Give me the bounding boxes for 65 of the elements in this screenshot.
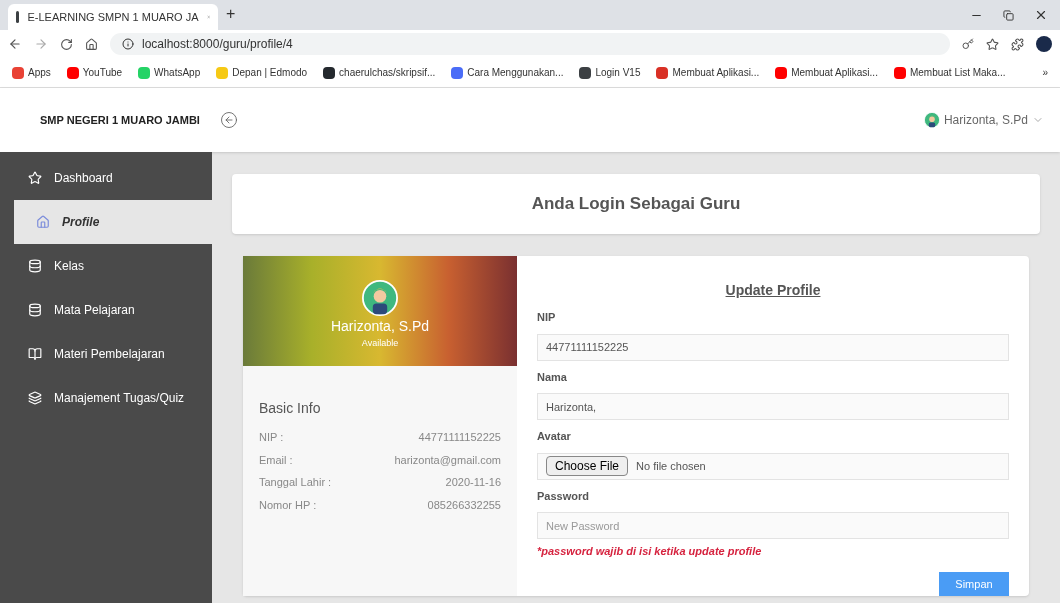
status-text: Available — [361, 336, 399, 350]
sidebar-item[interactable]: Kelas — [0, 244, 212, 288]
bookmark-link[interactable]: Apps — [12, 65, 51, 80]
profile-icon[interactable] — [1036, 36, 1052, 52]
password-field[interactable]: New Password — [537, 512, 1009, 539]
password-note: *password wajib di isi ketika update profile — [537, 544, 763, 559]
banner-title: Anda Login Sebagai Guru — [531, 193, 741, 216]
home-icon — [36, 215, 50, 229]
bookmark-link[interactable]: WhatsApp — [138, 65, 201, 80]
sidebar-item[interactable]: Dashboard — [0, 156, 212, 200]
field-label: NIP — [537, 310, 557, 325]
info-value: 44771111152225 — [418, 430, 501, 445]
reload-icon[interactable] — [60, 37, 73, 51]
info-icon — [122, 38, 134, 50]
bookmark-star-icon[interactable] — [986, 37, 999, 51]
avatar-icon — [362, 279, 398, 316]
extensions-icon[interactable] — [1011, 37, 1024, 51]
info-label: NIP : — [259, 430, 284, 445]
info-label: Tanggal Lahir : — [259, 475, 332, 490]
bookmark-link[interactable]: YouTube — [66, 65, 123, 80]
brand-name: SMP NEGERI 1 MUARO JAMBI — [39, 112, 201, 128]
field-label: Avatar — [537, 429, 572, 444]
book-icon — [28, 347, 42, 361]
layers-icon — [28, 391, 42, 405]
info-label: Email : — [259, 452, 293, 468]
database-icon — [28, 303, 42, 317]
info-value: harizonta@gmail.com — [394, 452, 501, 468]
file-field[interactable]: Choose File No file chosen — [537, 452, 1009, 480]
choose-file-button[interactable]: Choose File — [546, 456, 629, 476]
back-icon[interactable] — [8, 37, 22, 51]
more-bookmarks[interactable]: » — [1042, 65, 1048, 80]
bookmark-link[interactable]: Cara Menggunakan... — [451, 65, 564, 80]
sidebar-item[interactable]: Mata Pelajaran — [0, 288, 212, 332]
restore-icon[interactable] — [1003, 9, 1014, 21]
bookmark-link[interactable]: Depan | Edmodo — [216, 65, 308, 80]
browser-tab[interactable]: E-LEARNING SMPN 1 MUARO JA — [8, 4, 218, 30]
address-bar[interactable]: localhost:8000/guru/profile/4 — [110, 33, 950, 55]
bookmark-link[interactable]: chaerulchas/skripsif... — [323, 65, 436, 80]
input-field[interactable]: Harizonta, — [537, 393, 1009, 420]
back-circle-icon[interactable] — [220, 111, 238, 129]
bookmark-link[interactable]: Membuat Aplikasi... — [656, 65, 760, 80]
database-icon — [28, 259, 42, 273]
avatar-icon — [923, 112, 940, 128]
close-icon[interactable] — [1034, 8, 1048, 22]
user-menu[interactable]: Harizonta, S.Pd — [923, 111, 1060, 129]
input-field[interactable]: 44771111152225 — [537, 333, 1009, 361]
sidebar-item[interactable]: Manajement Tugas/Quiz — [0, 376, 212, 420]
info-label: Nomor HP : — [259, 497, 317, 513]
section-title: Basic Info — [259, 399, 322, 418]
bookmark-link[interactable]: Login V15 — [579, 65, 641, 80]
file-status: No file chosen — [636, 458, 706, 474]
info-value: 2020-11-16 — [445, 475, 501, 490]
new-tab-button[interactable]: + — [226, 2, 236, 26]
bookmark-link[interactable]: Membuat Aplikasi... — [775, 65, 878, 80]
profile-name: Harizonta, S.Pd — [330, 316, 430, 336]
field-label: Password — [537, 488, 590, 504]
field-label: Nama — [537, 369, 568, 385]
key-icon[interactable] — [962, 38, 974, 50]
info-value: 085266332255 — [427, 497, 501, 513]
star-icon — [28, 171, 42, 185]
form-title: Update Profile — [725, 281, 821, 300]
home-icon[interactable] — [85, 37, 98, 51]
bookmark-link[interactable]: Membuat List Maka... — [893, 65, 1006, 80]
sidebar-item[interactable]: Materi Pembelajaran — [0, 332, 212, 376]
sidebar-item[interactable]: Profile — [14, 200, 212, 244]
